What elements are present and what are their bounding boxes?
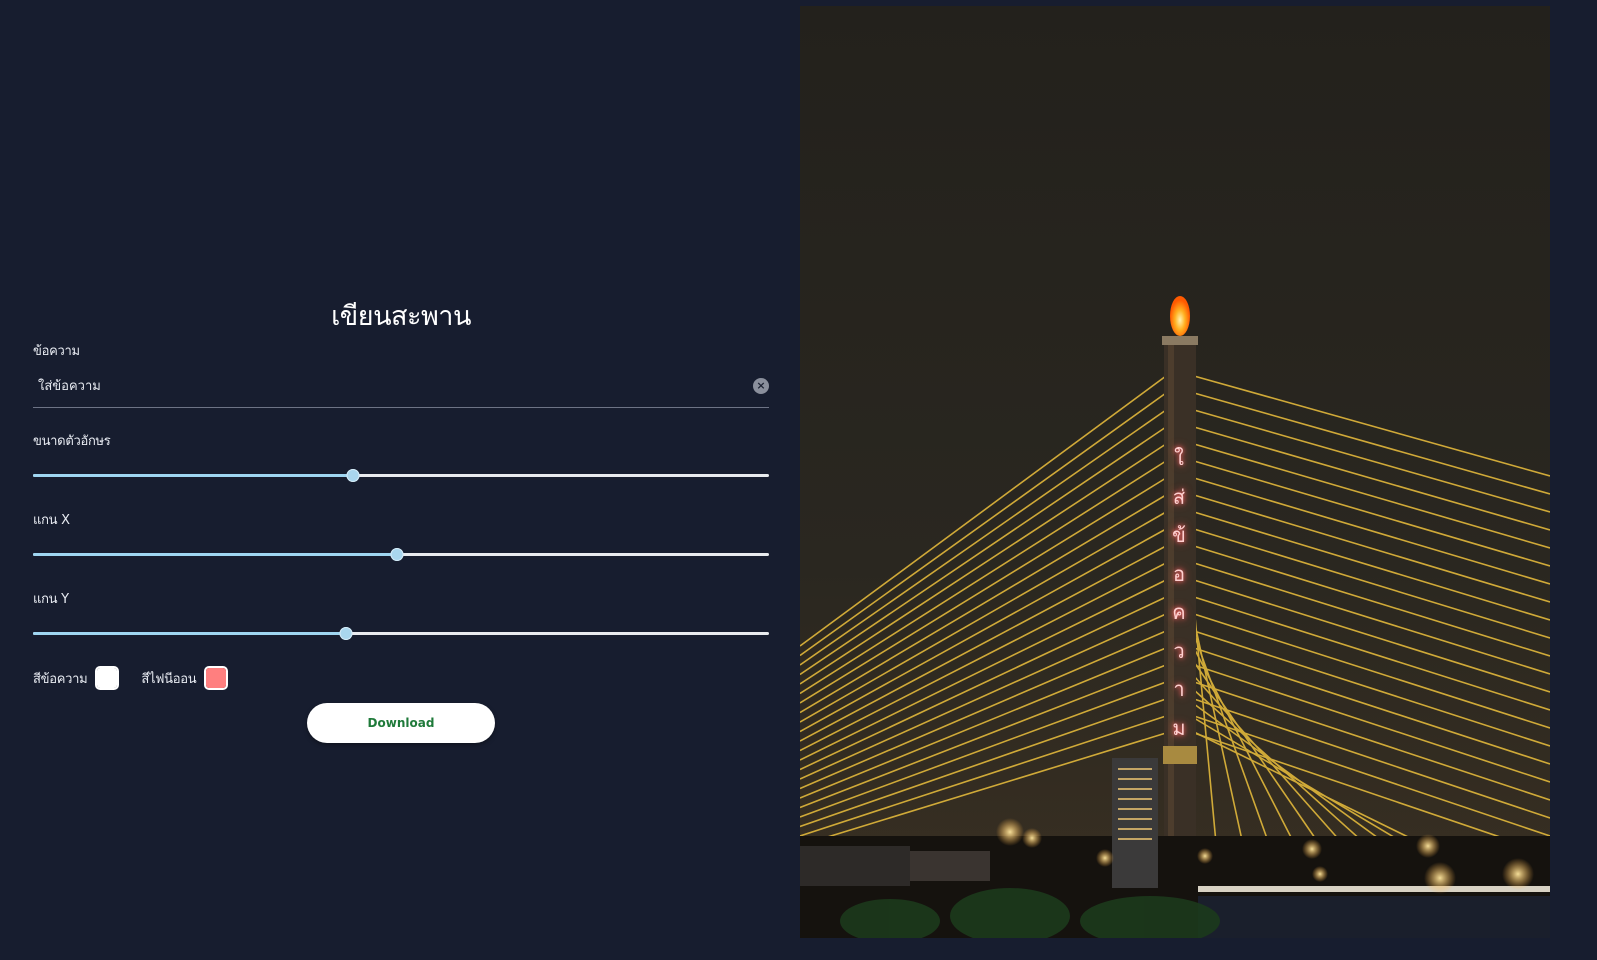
neon-char: ข้ (1172, 523, 1186, 547)
message-input[interactable] (33, 373, 728, 399)
axis-x-label: แกน X (33, 513, 70, 528)
neon-char: อ (1172, 561, 1185, 586)
axis-y-label: แกน Y (33, 592, 69, 607)
axis-y-group: แกน Y (33, 588, 769, 645)
neon-char: า (1173, 677, 1185, 701)
control-panel: เขียนสะพาน ข้อความ × ขนาดตัวอักษร แกน X … (33, 298, 769, 743)
slider-thumb[interactable] (346, 469, 360, 482)
text-color-label: สีข้อความ (33, 671, 88, 687)
neon-char: ว (1173, 638, 1185, 663)
neon-color-picker[interactable] (204, 666, 229, 690)
font-size-label: ขนาดตัวอักษร (33, 434, 111, 449)
font-size-group: ขนาดตัวอักษร (33, 430, 769, 487)
neon-char: ใ (1174, 446, 1184, 470)
slider-fill (33, 553, 398, 556)
axis-x-group: แกน X (33, 509, 769, 566)
app-root: เขียนสะพาน ข้อความ × ขนาดตัวอักษร แกน X … (0, 0, 1597, 960)
neon-char: ม (1172, 715, 1186, 740)
page-title: เขียนสะพาน (331, 301, 471, 332)
download-button[interactable]: Download (307, 703, 495, 743)
neon-color-swatch (206, 668, 227, 688)
font-size-slider[interactable] (33, 465, 769, 487)
axis-x-slider[interactable] (33, 544, 769, 566)
neon-color-label: สีไฟนีออน (141, 671, 197, 687)
message-label: ข้อความ (33, 344, 80, 359)
neon-char: ส่ (1172, 484, 1186, 509)
text-color-swatch (97, 668, 118, 688)
slider-thumb[interactable] (390, 548, 404, 561)
color-row: สีข้อความ สีไฟนีออน (33, 663, 769, 693)
close-circle-icon[interactable]: × (753, 378, 769, 394)
axis-y-slider[interactable] (33, 623, 769, 645)
slider-fill (33, 474, 354, 477)
message-field: × (33, 365, 769, 408)
neon-text-overlay: ใส่ข้อความ (1168, 439, 1190, 747)
slider-fill (33, 632, 346, 635)
text-color-picker[interactable] (95, 666, 120, 690)
slider-thumb[interactable] (339, 627, 353, 640)
neon-char: ค (1172, 600, 1186, 624)
bridge-preview-image: ใส่ข้อความ (800, 6, 1550, 938)
